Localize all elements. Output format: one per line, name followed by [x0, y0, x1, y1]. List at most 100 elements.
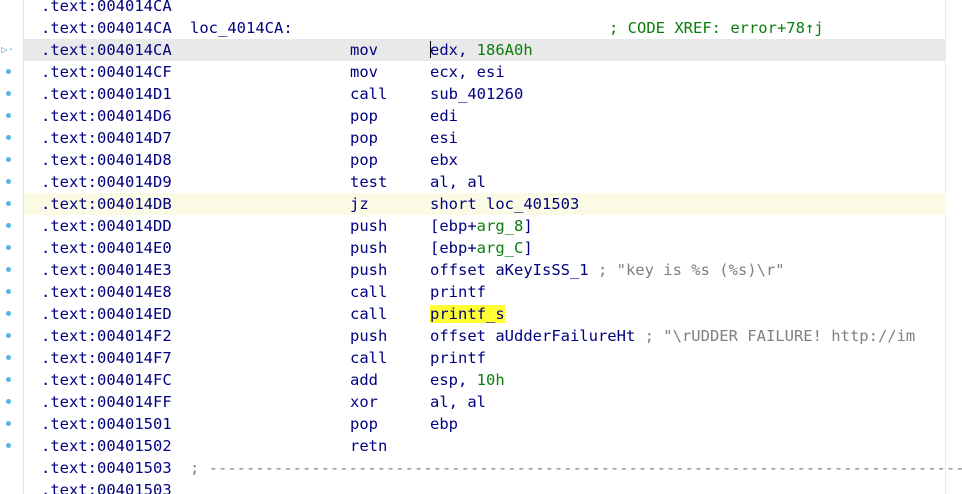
instruction-line[interactable]: .text:004014FC add esp, 10h — [6, 369, 946, 391]
mnemonic: add — [350, 371, 378, 389]
mnemonic: call — [350, 283, 388, 301]
string-comment: ; "\rUDDER FAILURE! http://im — [635, 327, 916, 345]
instruction-line[interactable]: .text:004014D1 call sub_401260 — [6, 83, 946, 105]
line-address: .text:00401503 — [41, 459, 172, 477]
line-address: .text:004014D8 — [41, 151, 172, 169]
operands[interactable]: short loc_401503 — [430, 193, 579, 215]
current-line-arrow-icon: ▷· — [1, 43, 15, 56]
mnemonic: push — [350, 217, 388, 235]
line-address: .text:004014CA — [41, 19, 172, 37]
instruction-line[interactable]: .text:004014ED call printf_s — [6, 303, 946, 325]
breakpoint-dot-icon[interactable] — [6, 399, 11, 404]
stack-var[interactable]: arg_C — [477, 239, 524, 257]
line-address: .text:004014D6 — [41, 107, 172, 125]
mnemonic: pop — [350, 129, 378, 147]
breakpoint-dot-icon[interactable] — [6, 333, 11, 338]
breakpoint-dot-icon[interactable] — [6, 377, 11, 382]
breakpoint-dot-icon[interactable] — [6, 157, 11, 162]
instruction-line[interactable]: .text:004014D7 pop esi — [6, 127, 946, 149]
mnemonic: test — [350, 173, 388, 191]
mnemonic: mov — [350, 63, 378, 81]
operands: offset aUdderFailureHt ; "\rUDDER FAILUR… — [430, 327, 916, 345]
instruction-line[interactable]: .text:004014D6 pop edi — [6, 105, 946, 127]
line-address: .text:004014D1 — [41, 85, 172, 103]
line-address: .text:004014E0 — [41, 239, 172, 257]
breakpoint-dot-icon[interactable] — [6, 179, 11, 184]
breakpoint-dot-icon[interactable] — [6, 91, 11, 96]
mnemonic: push — [350, 327, 388, 345]
separator-line[interactable]: .text:00401503 ; -----------------------… — [24, 457, 962, 479]
instruction-line[interactable]: .text:004014CF mov ecx, esi — [6, 61, 946, 83]
instruction-line[interactable]: .text:004014F2 push offset aUdderFailure… — [6, 325, 946, 347]
breakpoint-dot-icon[interactable] — [6, 245, 11, 250]
mnemonic: call — [350, 305, 388, 323]
instruction-line[interactable]: .text:004014E3 push offset aKeyIsSS_1 ; … — [6, 259, 946, 281]
breakpoint-dot-icon[interactable] — [6, 311, 11, 316]
mnemonic: call — [350, 85, 388, 103]
mnemonic: push — [350, 261, 388, 279]
line-address: .text:004014CA — [41, 0, 172, 15]
breakpoint-dot-icon[interactable] — [6, 201, 11, 206]
mnemonic: pop — [350, 151, 378, 169]
line-address: .text:004014D9 — [41, 173, 172, 191]
line-address: .text:004014F7 — [41, 349, 172, 367]
listing-line[interactable]: .text:00401503 — [24, 479, 946, 494]
instruction-line-highlighted[interactable]: .text:004014DB jz short loc_401503 — [6, 193, 946, 215]
label-line[interactable]: .text:004014CA loc_4014CA: ; CODE XREF: … — [24, 17, 946, 39]
operands: ebp — [430, 415, 458, 433]
operands: offset aKeyIsSS_1 ; "key is %s (%s)\r" — [430, 261, 785, 279]
operands: [ebp+arg_C] — [430, 239, 533, 257]
stack-var[interactable]: arg_8 — [477, 217, 524, 235]
line-address: .text:00401502 — [41, 437, 172, 455]
operands: al, al — [430, 393, 486, 411]
instruction-line[interactable]: .text:004014F7 call printf — [6, 347, 946, 369]
breakpoint-dot-icon[interactable] — [6, 113, 11, 118]
instruction-line[interactable]: .text:004014DD push [ebp+arg_8] — [6, 215, 946, 237]
highlighted-identifier[interactable]: printf_s — [430, 305, 505, 323]
breakpoint-dot-icon[interactable] — [6, 135, 11, 140]
line-address: .text:004014FC — [41, 371, 172, 389]
mnemonic: pop — [350, 107, 378, 125]
listing-lines: .text:004014CA .text:004014CA loc_4014CA… — [1, 0, 962, 494]
instruction-line[interactable]: .text:004014E0 push [ebp+arg_C] — [6, 237, 946, 259]
line-address: .text:004014DB — [41, 195, 172, 213]
operands: al, al — [430, 173, 486, 191]
line-address: .text:004014E8 — [41, 283, 172, 301]
breakpoint-dot-icon[interactable] — [6, 289, 11, 294]
instruction-line[interactable]: .text:004014D9 test al, al — [6, 171, 946, 193]
instruction-line[interactable]: .text:004014E8 call printf — [6, 281, 946, 303]
instruction-line-current[interactable]: ▷· .text:004014CA mov edx, 186A0h — [1, 39, 946, 61]
instruction-line[interactable]: .text:004014D8 pop ebx — [6, 149, 946, 171]
line-address: .text:00401503 — [41, 481, 172, 494]
xref-comment[interactable]: ; CODE XREF: error+78↑j — [609, 17, 824, 39]
operands: edi — [430, 107, 458, 125]
operands: [ebp+arg_8] — [430, 217, 533, 235]
disassembly-view[interactable]: .text:004014CA .text:004014CA loc_4014CA… — [0, 0, 962, 494]
line-address: .text:004014FF — [41, 393, 172, 411]
instruction-line[interactable]: .text:004014FF xor al, al — [6, 391, 946, 413]
instruction-line[interactable]: .text:00401501 pop ebp — [6, 413, 946, 435]
mnemonic: jz — [350, 195, 369, 213]
operands: edx, 186A0h — [430, 41, 533, 59]
arrow-gutter — [0, 0, 24, 494]
code-label[interactable]: loc_4014CA: — [190, 17, 293, 39]
breakpoint-dot-icon[interactable] — [6, 223, 11, 228]
breakpoint-dot-icon[interactable] — [6, 421, 11, 426]
line-address: .text:004014E3 — [41, 261, 172, 279]
breakpoint-dot-icon[interactable] — [6, 69, 11, 74]
breakpoint-dot-icon[interactable] — [6, 355, 11, 360]
mnemonic: xor — [350, 393, 378, 411]
operands: esi — [430, 129, 458, 147]
instruction-line[interactable]: .text:00401502 retn — [6, 435, 946, 457]
operands[interactable]: printf — [430, 281, 486, 303]
breakpoint-dot-icon[interactable] — [6, 443, 11, 448]
line-address: .text:004014CF — [41, 63, 172, 81]
operands[interactable]: sub_401260 — [430, 83, 523, 105]
listing-line[interactable]: .text:004014CA — [24, 0, 946, 17]
line-address: .text:004014F2 — [41, 327, 172, 345]
mnemonic: retn — [350, 437, 388, 455]
breakpoint-dot-icon[interactable] — [6, 267, 11, 272]
mnemonic: mov — [350, 41, 378, 59]
line-address: .text:004014D7 — [41, 129, 172, 147]
operands[interactable]: printf — [430, 347, 486, 369]
